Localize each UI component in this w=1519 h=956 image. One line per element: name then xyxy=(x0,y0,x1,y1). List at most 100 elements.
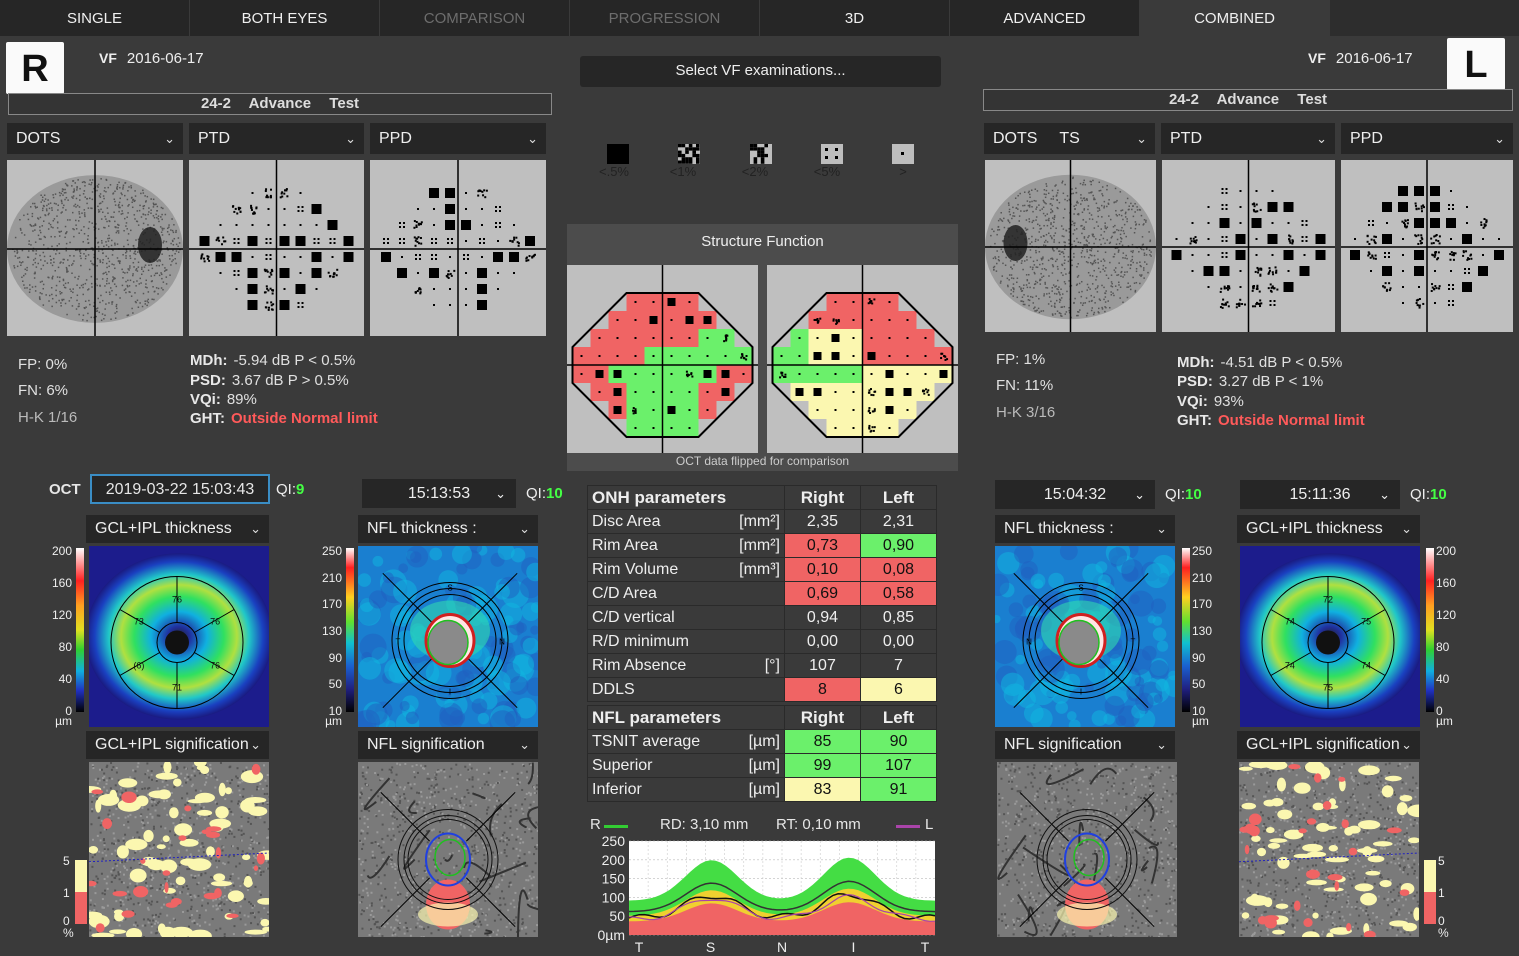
structure-function-header: Structure Function xyxy=(567,224,958,259)
tab-progression[interactable]: PROGRESSION xyxy=(570,0,760,36)
tab-combined[interactable]: COMBINED xyxy=(1140,0,1330,36)
right-gcl-signification-dropdown[interactable]: GCL+IPL signification⌄ xyxy=(86,731,269,759)
chevron-down-icon: ⌄ xyxy=(1316,123,1327,154)
chevron-down-icon: ⌄ xyxy=(345,123,356,154)
left-nfl-color-scale: 250210170130905010µm xyxy=(1180,544,1226,730)
left-gcl-color-scale: 20016012080400µm xyxy=(1424,544,1470,730)
svg-text:71: 71 xyxy=(172,683,182,693)
left-nfl-signification-map xyxy=(997,762,1177,937)
left-gcl-thickness-map: 727574757474 xyxy=(1240,546,1420,727)
left-gcl-thickness-dropdown[interactable]: GCL+IPL thickness⌄ xyxy=(1237,515,1420,543)
tsnit-x-tick: S xyxy=(706,939,715,952)
right-gcl-thickness-dropdown[interactable]: GCL+IPL thickness⌄ xyxy=(86,515,269,543)
right-ppd-dropdown[interactable]: PPD⌄ xyxy=(370,123,546,154)
onh-param-unit xyxy=(722,606,785,630)
left-mdh: MDh:-4.51 dB P < 0.5% xyxy=(1177,354,1342,371)
onh-parameters-table: ONH parametersRightLeftDisc Area[mm²]2,3… xyxy=(587,485,937,702)
scale-tick-label: 50 xyxy=(329,677,342,691)
right-ptd-dropdown[interactable]: PTD⌄ xyxy=(189,123,364,154)
nfl-header-cell: NFL parameters xyxy=(588,706,785,730)
left-gcl-time-dropdown[interactable]: 15:11:36⌄ xyxy=(1240,480,1400,509)
onh-right-value: 0,69 xyxy=(785,582,861,606)
right-vf-header: VF2016-06-17 xyxy=(99,50,204,67)
tab-advanced[interactable]: ADVANCED xyxy=(950,0,1140,36)
sig-scale-tick: 5 xyxy=(63,854,70,868)
right-nfl-signification-dropdown[interactable]: NFL signification⌄ xyxy=(358,731,538,759)
scale-tick-label: 200 xyxy=(52,544,72,558)
left-test-type: 24-2 Advance Test xyxy=(983,89,1513,111)
chevron-down-icon: ⌄ xyxy=(1156,515,1167,543)
onh-row: R/D minimum0,000,00 xyxy=(588,630,937,654)
right-nfl-time-dropdown[interactable]: 15:13:53⌄ xyxy=(362,479,516,508)
left-dots-dropdown[interactable]: DOTS TS⌄ xyxy=(984,123,1155,154)
right-gcl-color-scale: 20016012080400µm xyxy=(40,544,86,730)
onh-param-unit: [°] xyxy=(722,654,785,678)
nfl-param-unit: [µm] xyxy=(734,730,784,754)
tsnit-rd: RD: 3,10 mm xyxy=(660,816,748,833)
onh-row: Disc Area[mm²]2,352,31 xyxy=(588,510,937,534)
scale-tick-label: 170 xyxy=(322,597,342,611)
scale-tick-label: µm xyxy=(55,714,72,728)
left-ptd-dropdown[interactable]: PTD⌄ xyxy=(1161,123,1335,154)
tab-both-eyes[interactable]: BOTH EYES xyxy=(190,0,380,36)
chevron-down-icon: ⌄ xyxy=(1134,480,1145,509)
left-nfl-time-dropdown[interactable]: 15:04:32⌄ xyxy=(995,480,1155,509)
chevron-down-icon: ⌄ xyxy=(519,515,530,543)
onh-right-value: 0,94 xyxy=(785,606,861,630)
scale-tick-label: 210 xyxy=(322,571,342,585)
onh-row: C/D Area0,690,58 xyxy=(588,582,937,606)
structure-function-left-map xyxy=(767,265,958,453)
tsnit-y-tick: 150 xyxy=(602,871,626,887)
right-fp: FP: 0% xyxy=(18,356,67,373)
onh-header-cell: ONH parameters xyxy=(588,486,785,510)
tsnit-left-swatch xyxy=(896,825,920,828)
left-dots-plot xyxy=(985,160,1156,332)
tab-comparison[interactable]: COMPARISON xyxy=(380,0,570,36)
onh-param-unit xyxy=(722,678,785,702)
select-vf-examinations-button[interactable]: Select VF examinations... xyxy=(580,56,941,87)
right-dots-dropdown[interactable]: DOTS⌄ xyxy=(7,123,183,154)
tsnit-left-label: L xyxy=(925,816,933,833)
right-vqi: VQi:89% xyxy=(190,391,257,408)
tsnit-y-tick: 200 xyxy=(602,852,626,868)
tsnit-y-tick: 250 xyxy=(602,835,626,849)
onh-left-value: 0,85 xyxy=(861,606,937,630)
onh-param-name: Rim Volume xyxy=(588,558,722,582)
nfl-row: Inferior[µm]8391 xyxy=(588,778,937,802)
chevron-down-icon: ⌄ xyxy=(527,123,538,154)
left-nfl-thickness-dropdown[interactable]: NFL thickness :⌄ xyxy=(995,515,1175,543)
svg-text:75: 75 xyxy=(1361,617,1371,627)
scale-tick-label: 80 xyxy=(59,640,72,654)
left-gcl-signification-dropdown[interactable]: GCL+IPL signification⌄ xyxy=(1237,731,1420,759)
onh-left-value: 0,08 xyxy=(861,558,937,582)
tsnit-x-tick: T xyxy=(921,939,930,952)
nfl-header-cell: Left xyxy=(861,706,937,730)
svg-text:74: 74 xyxy=(1285,617,1295,627)
tab-single[interactable]: SINGLE xyxy=(0,0,190,36)
right-nfl-thickness-dropdown[interactable]: NFL thickness :⌄ xyxy=(358,515,538,543)
flip-note: OCT data flipped for comparison xyxy=(567,453,958,471)
chevron-down-icon: ⌄ xyxy=(1379,480,1390,509)
nfl-param-name: TSNIT average xyxy=(588,730,735,754)
tsnit-x-tick: T xyxy=(635,939,644,952)
chevron-down-icon: ⌄ xyxy=(1156,731,1167,759)
left-nfl-signification-dropdown[interactable]: NFL signification⌄ xyxy=(995,731,1175,759)
nfl-param-name: Superior xyxy=(588,754,735,778)
tsnit-y-tick: 50 xyxy=(609,908,625,924)
left-nfl-thickness-map: SINT xyxy=(995,546,1175,727)
nfl-param-unit: [µm] xyxy=(734,754,784,778)
oct-date-field[interactable]: 2019-03-22 15:03:43 xyxy=(90,474,270,504)
svg-text:73: 73 xyxy=(134,617,144,627)
left-ght: GHT:Outside Normal limit xyxy=(1177,412,1365,429)
sig-scale-tick: 5 xyxy=(1438,854,1445,868)
tab-3d[interactable]: 3D xyxy=(760,0,950,36)
tsnit-right-swatch xyxy=(604,825,628,828)
right-gcl-thickness-map: 76767671(6)73 xyxy=(89,546,269,727)
probability-legend: <.5% <1% <2% <5% > xyxy=(585,140,925,180)
scale-tick-label: 250 xyxy=(322,544,342,558)
scale-tick-label: 80 xyxy=(1436,640,1449,654)
left-ppd-dropdown[interactable]: PPD⌄ xyxy=(1341,123,1513,154)
svg-text:S: S xyxy=(1078,584,1083,593)
left-gcl-qi: QI:10 xyxy=(1410,486,1447,503)
left-vf-header: VF2016-06-17 xyxy=(1308,50,1413,67)
